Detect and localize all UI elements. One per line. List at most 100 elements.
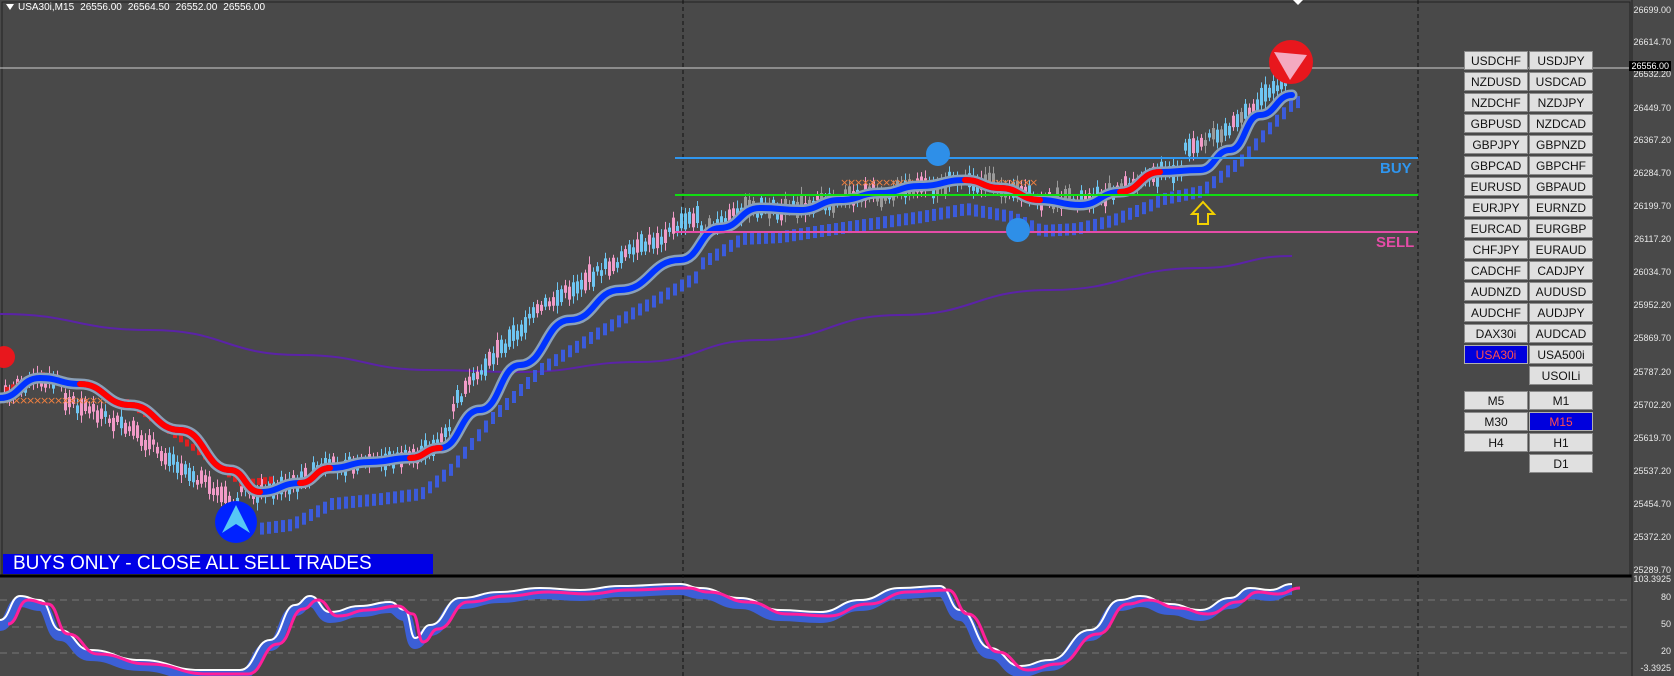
signal-banner: BUYS ONLY - CLOSE ALL SELL TRADES xyxy=(3,554,433,574)
candle-body xyxy=(676,225,679,232)
trail-dot xyxy=(603,323,607,336)
candle-body xyxy=(680,213,683,229)
trail-dot xyxy=(946,206,950,219)
trail-dot xyxy=(421,487,425,500)
candle-body xyxy=(540,304,543,311)
timeframe-button-d1[interactable]: D1 xyxy=(1529,454,1593,473)
trail-dot xyxy=(561,349,565,362)
symbol-button-dax30i[interactable]: DAX30i xyxy=(1464,324,1528,343)
symbol-button-gbpusd[interactable]: GBPUSD xyxy=(1464,114,1528,133)
candle-body xyxy=(652,237,655,249)
timeframe-button-m5[interactable]: M5 xyxy=(1464,391,1528,410)
candle-body xyxy=(592,271,595,287)
symbol-button-nzdcad[interactable]: NZDCAD xyxy=(1529,114,1593,133)
symbol-button-euraud[interactable]: EURAUD xyxy=(1529,240,1593,259)
candle-body xyxy=(640,234,643,252)
timeframe-button-m30[interactable]: M30 xyxy=(1464,412,1528,431)
candle-body xyxy=(124,422,127,434)
candle-body xyxy=(1236,114,1239,128)
sell-level-label: SELL xyxy=(1376,234,1415,251)
symbol-button-gbpcad[interactable]: GBPCAD xyxy=(1464,156,1528,175)
symbol-button-nzdusd[interactable]: NZDUSD xyxy=(1464,72,1528,91)
trail-dot xyxy=(505,398,509,410)
candle-body xyxy=(1232,115,1235,128)
trail-dot xyxy=(631,307,635,320)
symbol-button-audcad[interactable]: AUDCAD xyxy=(1529,324,1593,343)
symbol-button-usa500i[interactable]: USA500i xyxy=(1529,345,1593,364)
trail-dot xyxy=(1093,218,1097,231)
trail-dot xyxy=(624,311,628,324)
candle-body xyxy=(456,390,459,403)
trail-dot xyxy=(1289,99,1293,112)
candle-body xyxy=(220,486,223,503)
trail-dot xyxy=(589,331,593,344)
symbol-button-eurgbp[interactable]: EURGBP xyxy=(1529,219,1593,238)
price-axis-label: 26367.20 xyxy=(1633,135,1671,145)
trail-dot xyxy=(890,215,894,228)
price-axis-label: 25702.20 xyxy=(1633,400,1671,410)
symbol-button-gbpchf[interactable]: GBPCHF xyxy=(1529,156,1593,175)
candle-body xyxy=(132,420,135,436)
symbol-button-usa30i[interactable]: USA30i xyxy=(1464,345,1528,364)
trail-dot xyxy=(1191,187,1195,200)
symbol-button-eurcad[interactable]: EURCAD xyxy=(1464,219,1528,238)
candle-body xyxy=(192,471,195,483)
price-axis-label: 25787.20 xyxy=(1633,367,1671,377)
price-chart[interactable]: ××××××××××××××××××××××××××××××××××××××××… xyxy=(0,0,1674,676)
candle-body xyxy=(160,450,163,462)
symbol-button-audchf[interactable]: AUDCHF xyxy=(1464,303,1528,322)
trail-dot xyxy=(652,295,656,308)
candle-body xyxy=(564,285,567,293)
trail-dot xyxy=(1037,223,1041,236)
dropdown-triangle-icon[interactable] xyxy=(6,4,14,11)
symbol-button-chfjpy[interactable]: CHFJPY xyxy=(1464,240,1528,259)
symbol-button-eurjpy[interactable]: EURJPY xyxy=(1464,198,1528,217)
symbol-button-nzdchf[interactable]: NZDCHF xyxy=(1464,93,1528,112)
trail-dot xyxy=(862,219,866,232)
symbol-button-gbpjpy[interactable]: GBPJPY xyxy=(1464,135,1528,154)
symbol-button-usoili[interactable]: USOILi xyxy=(1529,366,1593,385)
up-arrow-icon xyxy=(1189,200,1217,225)
trail-dot xyxy=(547,358,551,371)
candle-body xyxy=(732,208,735,216)
symbol-button-audusd[interactable]: AUDUSD xyxy=(1529,282,1593,301)
symbol-button-cadchf[interactable]: CADCHF xyxy=(1464,261,1528,280)
candle-body xyxy=(1268,87,1271,98)
timeframe-button-h1[interactable]: H1 xyxy=(1529,433,1593,452)
symbol-button-audjpy[interactable]: AUDJPY xyxy=(1529,303,1593,322)
trail-dot xyxy=(645,299,649,312)
symbol-button-audnzd[interactable]: AUDNZD xyxy=(1464,282,1528,301)
timeframe-button-m1[interactable]: M1 xyxy=(1529,391,1593,410)
candle-body xyxy=(104,411,107,417)
trail-dot xyxy=(519,384,523,396)
symbol-button-nzdjpy[interactable]: NZDJPY xyxy=(1529,93,1593,112)
symbol-button-eurnzd[interactable]: EURNZD xyxy=(1529,198,1593,217)
symbol-button-usdcad[interactable]: USDCAD xyxy=(1529,72,1593,91)
trail-dot xyxy=(540,363,544,375)
candle-body xyxy=(1192,138,1195,154)
symbol-button-gbpnzd[interactable]: GBPNZD xyxy=(1529,135,1593,154)
indicator-axis-label: 80 xyxy=(1660,592,1671,602)
timeframe-button-h4[interactable]: H4 xyxy=(1464,433,1528,452)
trail-dot xyxy=(1114,213,1118,226)
symbol-button-cadjpy[interactable]: CADJPY xyxy=(1529,261,1593,280)
symbol-button-eurusd[interactable]: EURUSD xyxy=(1464,177,1528,196)
symbol-button-usdchf[interactable]: USDCHF xyxy=(1464,51,1528,70)
price-axis-label: 26614.70 xyxy=(1633,37,1671,47)
symbol-button-usdjpy[interactable]: USDJPY xyxy=(1529,51,1593,70)
symbol-button-gbpaud[interactable]: GBPAUD xyxy=(1529,177,1593,196)
candle-body xyxy=(628,244,631,254)
trail-dot xyxy=(1142,202,1146,215)
trail-dot xyxy=(1135,205,1139,217)
low-value: 26552.00 xyxy=(175,2,218,13)
trail-dot xyxy=(911,212,915,225)
indicator-axis-label: -3.3925 xyxy=(1640,663,1671,673)
timeframe-button-m15[interactable]: M15 xyxy=(1529,412,1593,431)
candle-body xyxy=(516,330,519,340)
trail-dot xyxy=(659,291,663,304)
candle-body xyxy=(552,297,555,306)
candle-body xyxy=(488,351,491,366)
candle-body xyxy=(156,446,159,454)
candle-body xyxy=(668,227,671,232)
trail-dot xyxy=(274,520,278,533)
